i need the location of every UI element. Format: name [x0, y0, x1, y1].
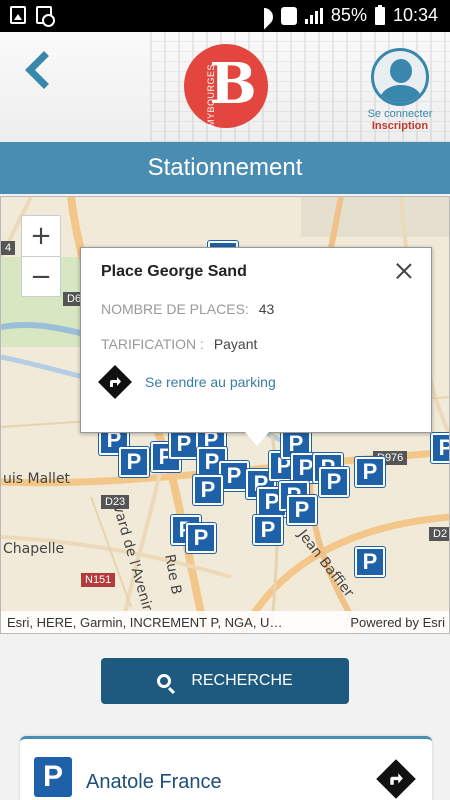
tarif-value: Payant: [213, 336, 258, 352]
parking-pin[interactable]: P: [186, 523, 216, 553]
back-button[interactable]: [18, 50, 58, 90]
search-button[interactable]: RECHERCHE: [101, 658, 349, 704]
parking-pin[interactable]: P: [287, 495, 317, 525]
zoom-out-button[interactable]: −: [22, 256, 60, 296]
parking-pin[interactable]: P: [355, 457, 385, 487]
directions-icon: [98, 365, 132, 399]
parking-pin[interactable]: P: [169, 429, 199, 459]
map-attribution: Esri, HERE, Garmin, INCREMENT P, NGA, U……: [1, 611, 449, 633]
directions-button[interactable]: [376, 759, 416, 799]
chevron-left-icon: [25, 51, 49, 89]
search-icon: [157, 674, 172, 688]
user-icon-head: [390, 59, 412, 83]
signup-link[interactable]: Inscription: [352, 120, 448, 132]
parking-name: Anatole France: [86, 771, 222, 793]
road-label-d2: D2: [429, 527, 449, 541]
user-icon-body: [380, 85, 422, 103]
places-label: NOMBRE DE PLACES:: [101, 301, 249, 317]
parking-pin[interactable]: P: [253, 515, 283, 545]
directions-icon: [376, 759, 416, 799]
popup-places-row: NOMBRE DE PLACES: 43: [101, 301, 274, 317]
popup-tarif-row: TARIFICATION : Payant: [101, 336, 257, 352]
call-icon: [280, 6, 297, 25]
parking-pin[interactable]: P: [219, 461, 249, 491]
parking-pin[interactable]: P: [119, 447, 149, 477]
mybourges-logo[interactable]: MYBOURGES B: [184, 44, 268, 128]
parking-pin[interactable]: P: [319, 467, 349, 497]
directions-label: Se rendre au parking: [145, 374, 276, 390]
parking-pin[interactable]: P: [193, 475, 223, 505]
clock: 10:34: [392, 5, 438, 25]
places-value: 43: [258, 301, 275, 317]
road-label-4: 4: [1, 241, 16, 255]
status-bar: 85% 10:34: [0, 0, 450, 32]
page-title: Stationnement: [0, 142, 450, 194]
close-icon[interactable]: [393, 260, 415, 282]
logo-letter: B: [209, 51, 257, 117]
directions-link[interactable]: Se rendre au parking: [98, 365, 276, 399]
parking-pin[interactable]: P: [431, 433, 449, 463]
powered-by-esri[interactable]: Powered by Esri: [350, 615, 445, 630]
search-label: RECHERCHE: [191, 672, 293, 689]
app-header: MYBOURGES B Se connecter Inscription: [0, 32, 450, 142]
parking-list-item[interactable]: P Anatole France: [20, 736, 432, 800]
logo-text: MYBOURGES: [206, 64, 216, 128]
battery-icon: [374, 4, 385, 25]
user-avatar-button[interactable]: [371, 48, 429, 106]
parking-icon: P: [34, 757, 72, 797]
zoom-in-button[interactable]: +: [22, 216, 60, 256]
login-link[interactable]: Se connecter: [352, 108, 448, 120]
road-label-n151: N151: [81, 573, 116, 587]
calendar-notification-icon: [36, 6, 55, 27]
parking-pin[interactable]: P: [355, 547, 385, 577]
gallery-notification-icon: [10, 6, 26, 24]
signal-icon: [304, 7, 323, 24]
zoom-control: + −: [21, 215, 61, 297]
tarif-label: TARIFICATION :: [101, 336, 204, 352]
popup-title: Place George Sand: [101, 263, 247, 280]
parking-popup: Place George Sand NOMBRE DE PLACES: 43 T…: [80, 247, 432, 446]
street-label-louis-mallet: uis Mallet: [3, 471, 71, 487]
wifi-icon: [255, 8, 273, 24]
attribution-text: Esri, HERE, Garmin, INCREMENT P, NGA, U…: [7, 614, 283, 630]
battery-percent: 85%: [330, 5, 367, 25]
place-label-chapelle: Chapelle: [3, 541, 65, 557]
